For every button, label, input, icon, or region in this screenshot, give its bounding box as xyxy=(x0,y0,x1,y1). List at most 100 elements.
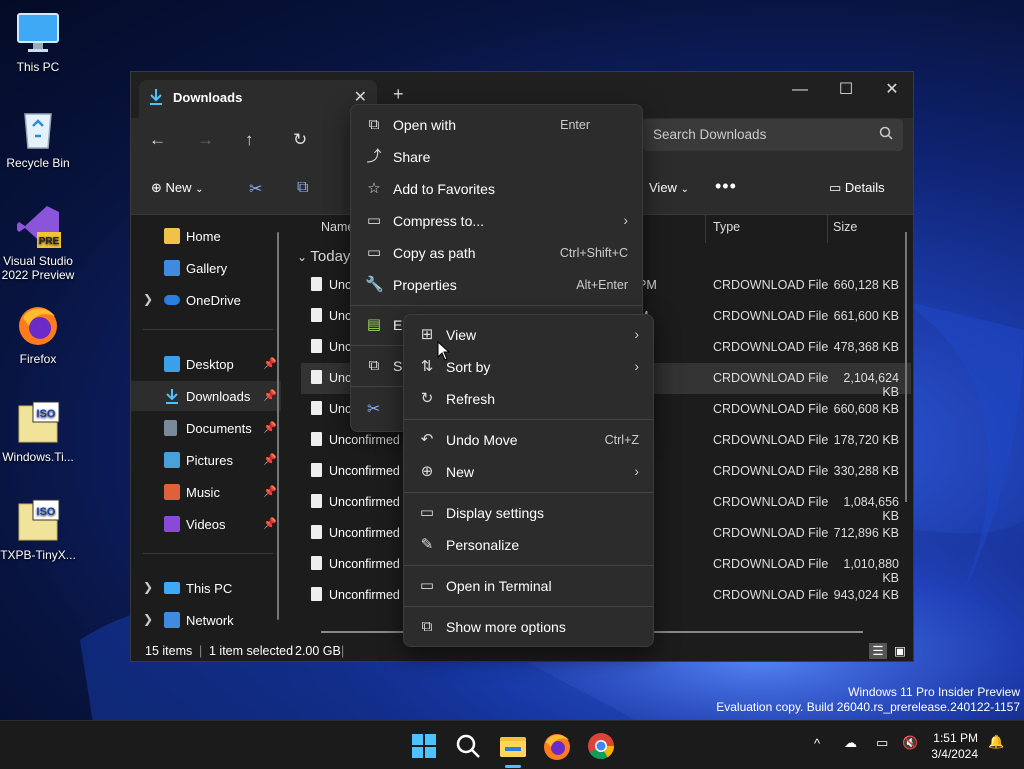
details-pane-button[interactable]: ▭ Details xyxy=(829,180,885,196)
menu-item-new[interactable]: ⊕ New › xyxy=(408,457,649,487)
see-more-button[interactable]: ••• xyxy=(715,176,737,197)
search-icon[interactable] xyxy=(451,729,485,763)
desktop-icon-visual-studio[interactable]: PRE Visual Studio 2022 Preview xyxy=(0,204,76,282)
pin-icon[interactable]: 📌 xyxy=(263,357,277,370)
copy-path-icon: ▭ xyxy=(366,244,382,261)
sidebar-item-pictures[interactable]: Pictures 📌 xyxy=(131,445,281,475)
pictures-icon xyxy=(164,452,180,468)
sidebar-item-home[interactable]: Home xyxy=(131,221,281,251)
file-icon xyxy=(311,463,322,477)
menu-item-personalize[interactable]: ✎ Personalize xyxy=(408,530,649,560)
sidebar-item-onedrive[interactable]: ❯ OneDrive xyxy=(131,285,281,315)
copy-icon[interactable]: ⧉ xyxy=(297,179,308,197)
sidebar-item-gallery[interactable]: Gallery xyxy=(131,253,281,283)
menu-item-label: Refresh xyxy=(446,391,496,407)
menu-item-compress-to[interactable]: ▭ Compress to... › xyxy=(355,206,638,236)
chevron-right-icon[interactable]: ❯ xyxy=(143,580,153,594)
new-button[interactable]: ⊕ New ⌄ xyxy=(151,180,204,196)
close-window-button[interactable]: ✕ xyxy=(869,76,915,104)
menu-item-undo-move[interactable]: ↶ Undo Move Ctrl+Z xyxy=(408,425,649,455)
file-explorer-icon[interactable] xyxy=(496,729,530,763)
pin-icon[interactable]: 📌 xyxy=(263,421,277,434)
sidebar-item-downloads[interactable]: Downloads 📌 xyxy=(131,381,281,411)
forward-button[interactable]: → xyxy=(197,130,214,150)
start-icon[interactable] xyxy=(407,729,441,763)
menu-item-share[interactable]: ⤴ Share xyxy=(355,142,638,172)
sidebar-scrollbar[interactable] xyxy=(277,232,279,620)
column-header-size[interactable]: Size xyxy=(833,220,857,234)
desktop-icon-recycle-bin[interactable]: Recycle Bin xyxy=(0,106,76,170)
file-icon xyxy=(311,494,322,508)
sidebar-item-label: Videos xyxy=(186,517,226,532)
cut-icon[interactable]: ✂ xyxy=(367,399,380,419)
brush-icon: ✎ xyxy=(420,536,434,553)
network-icon[interactable]: ▭ xyxy=(876,735,888,751)
sidebar-item-network[interactable]: ❯ Network xyxy=(131,605,281,635)
sidebar-item-label: Network xyxy=(186,613,234,628)
menu-item-label: Undo Move xyxy=(446,432,518,448)
maximize-button[interactable]: ☐ xyxy=(823,76,869,104)
sidebar-item-label: Home xyxy=(186,229,221,244)
pin-icon[interactable]: 📌 xyxy=(263,517,277,530)
menu-separator xyxy=(404,492,653,493)
menu-item-display-settings[interactable]: ▭ Display settings xyxy=(408,498,649,528)
chevron-right-icon[interactable]: ❯ xyxy=(143,292,153,306)
menu-item-add-to-favorites[interactable]: ☆ Add to Favorites xyxy=(355,174,638,204)
pin-icon[interactable]: 📌 xyxy=(263,453,277,466)
file-list-scrollbar[interactable] xyxy=(905,232,907,502)
column-separator[interactable] xyxy=(705,215,706,243)
selection-count: 1 item selected xyxy=(209,644,294,658)
chevron-right-icon: › xyxy=(634,326,639,342)
clock[interactable]: 1:51 PM 3/4/2024 xyxy=(928,730,978,762)
chrome-icon[interactable] xyxy=(584,729,618,763)
up-button[interactable]: ↑ xyxy=(245,130,254,150)
view-button[interactable]: View ⌄ xyxy=(649,180,689,195)
open-with-icon: ⧉ xyxy=(368,116,380,133)
cut-icon[interactable]: ✂ xyxy=(249,179,262,199)
menu-item-copy-as-path[interactable]: ▭ Copy as path Ctrl+Shift+C xyxy=(355,238,638,268)
pin-icon[interactable]: 📌 xyxy=(263,485,277,498)
new-tab-button[interactable]: + xyxy=(393,84,404,105)
vs-badge: PRE xyxy=(39,236,60,247)
back-button[interactable]: ← xyxy=(149,130,166,150)
volume-muted-icon[interactable]: 🔇 xyxy=(902,735,918,751)
menu-item-properties[interactable]: 🔧 Properties Alt+Enter xyxy=(355,270,638,300)
grid-icon: ⊞ xyxy=(420,326,434,343)
details-view-icon[interactable]: ☰ xyxy=(869,643,887,659)
search-input[interactable]: Search Downloads xyxy=(643,119,903,151)
desktop-icon-txpb-iso[interactable]: ISO TXPB-TinyX... xyxy=(0,498,76,562)
notification-bell-icon[interactable]: 🔔 xyxy=(988,734,1004,750)
menu-item-label: Add to Favorites xyxy=(393,181,495,197)
group-header-today[interactable]: ⌄ Today xyxy=(297,248,350,265)
pin-icon[interactable]: 📌 xyxy=(263,389,277,402)
sidebar-item-music[interactable]: Music 📌 xyxy=(131,477,281,507)
file-icon xyxy=(311,370,322,384)
desktop-icon-this-pc[interactable]: This PC xyxy=(0,10,76,74)
sidebar-item-desktop[interactable]: Desktop 📌 xyxy=(131,349,281,379)
tab-downloads[interactable]: Downloads ✕ xyxy=(139,80,377,118)
column-separator[interactable] xyxy=(827,215,828,243)
desktop-icon-windows-iso[interactable]: ISO Windows.Ti... xyxy=(0,400,76,464)
tray-overflow-icon[interactable]: ^ xyxy=(814,736,820,751)
tiles-view-icon[interactable]: ▣ xyxy=(891,643,909,659)
menu-item-refresh[interactable]: ↻ Refresh xyxy=(408,384,649,414)
file-icon xyxy=(311,587,322,601)
sidebar-item-documents[interactable]: Documents 📌 xyxy=(131,413,281,443)
menu-item-open-with[interactable]: ⧉ Open with Enter xyxy=(355,110,638,140)
menu-shortcut: Ctrl+Z xyxy=(604,433,639,447)
minimize-button[interactable]: — xyxy=(777,76,823,104)
pc-icon xyxy=(164,582,180,594)
chevron-right-icon[interactable]: ❯ xyxy=(143,612,153,626)
column-header-type[interactable]: Type xyxy=(713,220,740,234)
desktop-icon-firefox[interactable]: Firefox xyxy=(0,302,76,366)
menu-separator xyxy=(351,305,642,306)
sidebar-item-videos[interactable]: Videos 📌 xyxy=(131,509,281,539)
sidebar-item-this-pc[interactable]: ❯ This PC xyxy=(131,573,281,603)
menu-item-show-more-options[interactable]: ⧉ Show more options xyxy=(408,612,649,642)
network-disconnected-icon[interactable]: ☁ xyxy=(844,735,857,751)
refresh-button[interactable]: ↻ xyxy=(293,130,307,150)
zip-icon: ▭ xyxy=(366,212,382,229)
menu-item-open-in-terminal[interactable]: ▭ Open in Terminal xyxy=(408,571,649,601)
desktop-context-menu: ⊞ View › ⇅ Sort by › ↻ Refresh ↶ Undo Move Ctrl… xyxy=(403,314,654,647)
firefox-icon[interactable] xyxy=(540,729,574,763)
